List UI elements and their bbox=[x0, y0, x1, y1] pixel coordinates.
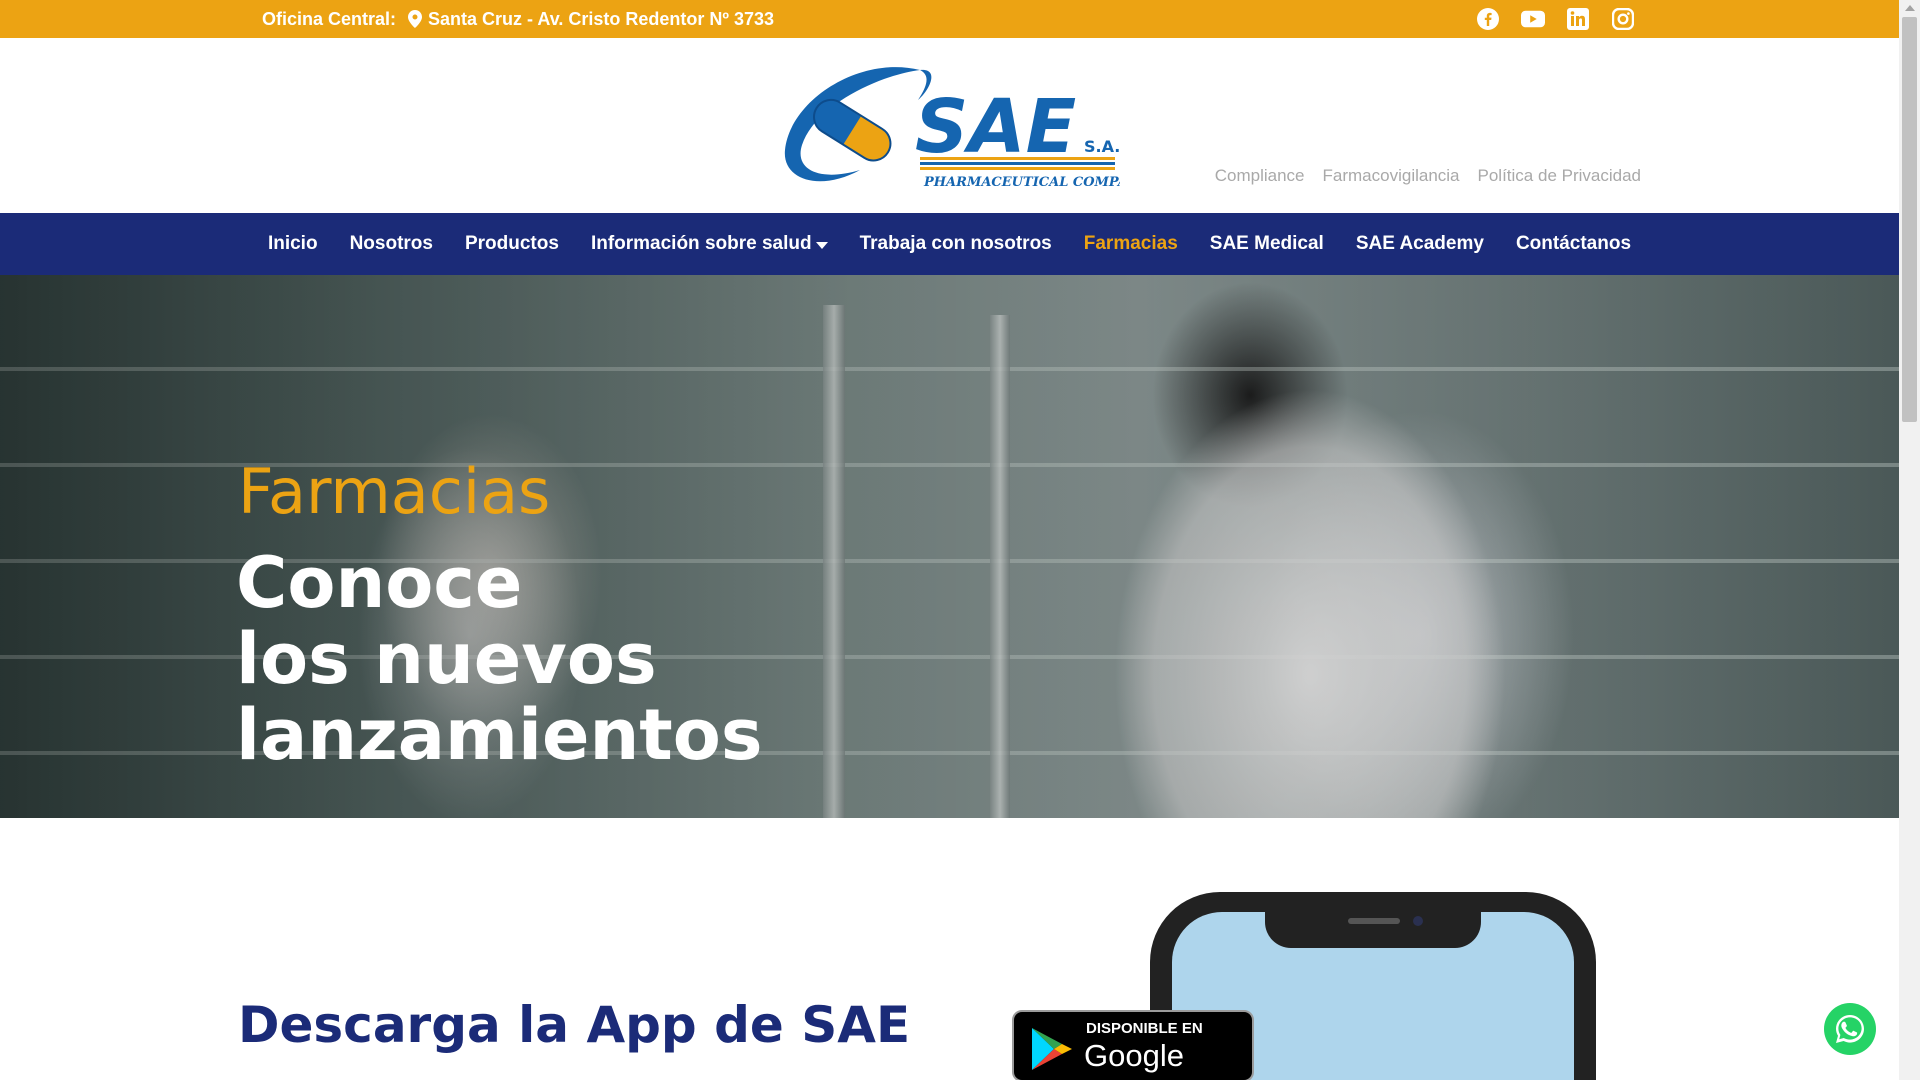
nav-item-informacion-salud[interactable]: Información sobre salud bbox=[575, 233, 844, 255]
download-app-title: Descarga la App de SAE bbox=[238, 996, 911, 1054]
youtube-icon[interactable] bbox=[1521, 7, 1545, 31]
logo-suffix: S.A. bbox=[1084, 137, 1120, 156]
badge-big-text: Google Play bbox=[1084, 1038, 1184, 1080]
top-bar: Oficina Central: Santa Cruz - Av. Cristo… bbox=[0, 0, 1899, 38]
scroll-up-arrow-icon[interactable] bbox=[1905, 5, 1915, 11]
google-play-icon bbox=[1032, 1028, 1072, 1070]
main-nav: Inicio Nosotros Productos Información so… bbox=[0, 213, 1899, 275]
social-links bbox=[1476, 0, 1635, 38]
logo-tagline: PHARMACEUTICAL COMPANY bbox=[923, 175, 1120, 190]
address-label: Oficina Central: bbox=[262, 8, 397, 29]
instagram-icon[interactable] bbox=[1611, 7, 1635, 31]
hero-subtitle-line: lanzamientos bbox=[236, 694, 763, 776]
hero-title: Farmacias bbox=[238, 455, 551, 528]
nav-item-contactanos[interactable]: Contáctanos bbox=[1500, 233, 1647, 255]
google-play-badge[interactable]: DISPONIBLE EN Google Play bbox=[1012, 1010, 1254, 1080]
nav-item-inicio[interactable]: Inicio bbox=[252, 233, 334, 255]
badge-small-text: DISPONIBLE EN bbox=[1086, 1020, 1203, 1037]
compliance-link[interactable]: Compliance bbox=[1215, 166, 1305, 186]
whatsapp-button[interactable] bbox=[1824, 1003, 1876, 1055]
nav-item-sae-medical[interactable]: SAE Medical bbox=[1194, 233, 1340, 255]
scrollbar-thumb[interactable] bbox=[1902, 17, 1917, 422]
nav-item-label: Información sobre salud bbox=[590, 233, 812, 254]
hero-subtitle-line: los nuevos bbox=[236, 618, 657, 700]
nav-item-trabaja[interactable]: Trabaja con nosotros bbox=[844, 233, 1068, 255]
whatsapp-icon bbox=[1836, 1015, 1864, 1043]
hero-subtitle-line: Conoce bbox=[236, 542, 523, 624]
map-pin-icon bbox=[408, 10, 423, 28]
caret-down-icon bbox=[815, 241, 828, 249]
address-text: Santa Cruz - Av. Cristo Redentor Nº 3733 bbox=[428, 8, 775, 29]
linkedin-icon[interactable] bbox=[1566, 7, 1590, 31]
facebook-icon[interactable] bbox=[1476, 7, 1500, 31]
page-scrollbar[interactable] bbox=[1899, 0, 1920, 1080]
office-address: Oficina Central: Santa Cruz - Av. Cristo… bbox=[262, 0, 774, 38]
privacy-policy-link[interactable]: Política de Privacidad bbox=[1478, 166, 1641, 186]
phone-camera bbox=[1413, 916, 1423, 926]
nav-item-nosotros[interactable]: Nosotros bbox=[334, 233, 449, 255]
utility-links: Compliance Farmacovigilancia Política de… bbox=[1215, 166, 1641, 186]
nav-item-productos[interactable]: Productos bbox=[449, 233, 575, 255]
sae-logo[interactable]: SAE S.A. PHARMACEUTICAL COMPANY bbox=[780, 60, 1151, 190]
farmacovigilancia-link[interactable]: Farmacovigilancia bbox=[1323, 166, 1460, 186]
site-header: SAE S.A. PHARMACEUTICAL COMPANY Complian… bbox=[0, 38, 1899, 213]
phone-notch bbox=[1265, 892, 1481, 948]
phone-speaker bbox=[1348, 918, 1400, 924]
nav-item-farmacias[interactable]: Farmacias bbox=[1068, 233, 1194, 255]
hero-subtitle: Conoce los nuevos lanzamientos bbox=[236, 545, 763, 773]
nav-item-sae-academy[interactable]: SAE Academy bbox=[1340, 233, 1500, 255]
